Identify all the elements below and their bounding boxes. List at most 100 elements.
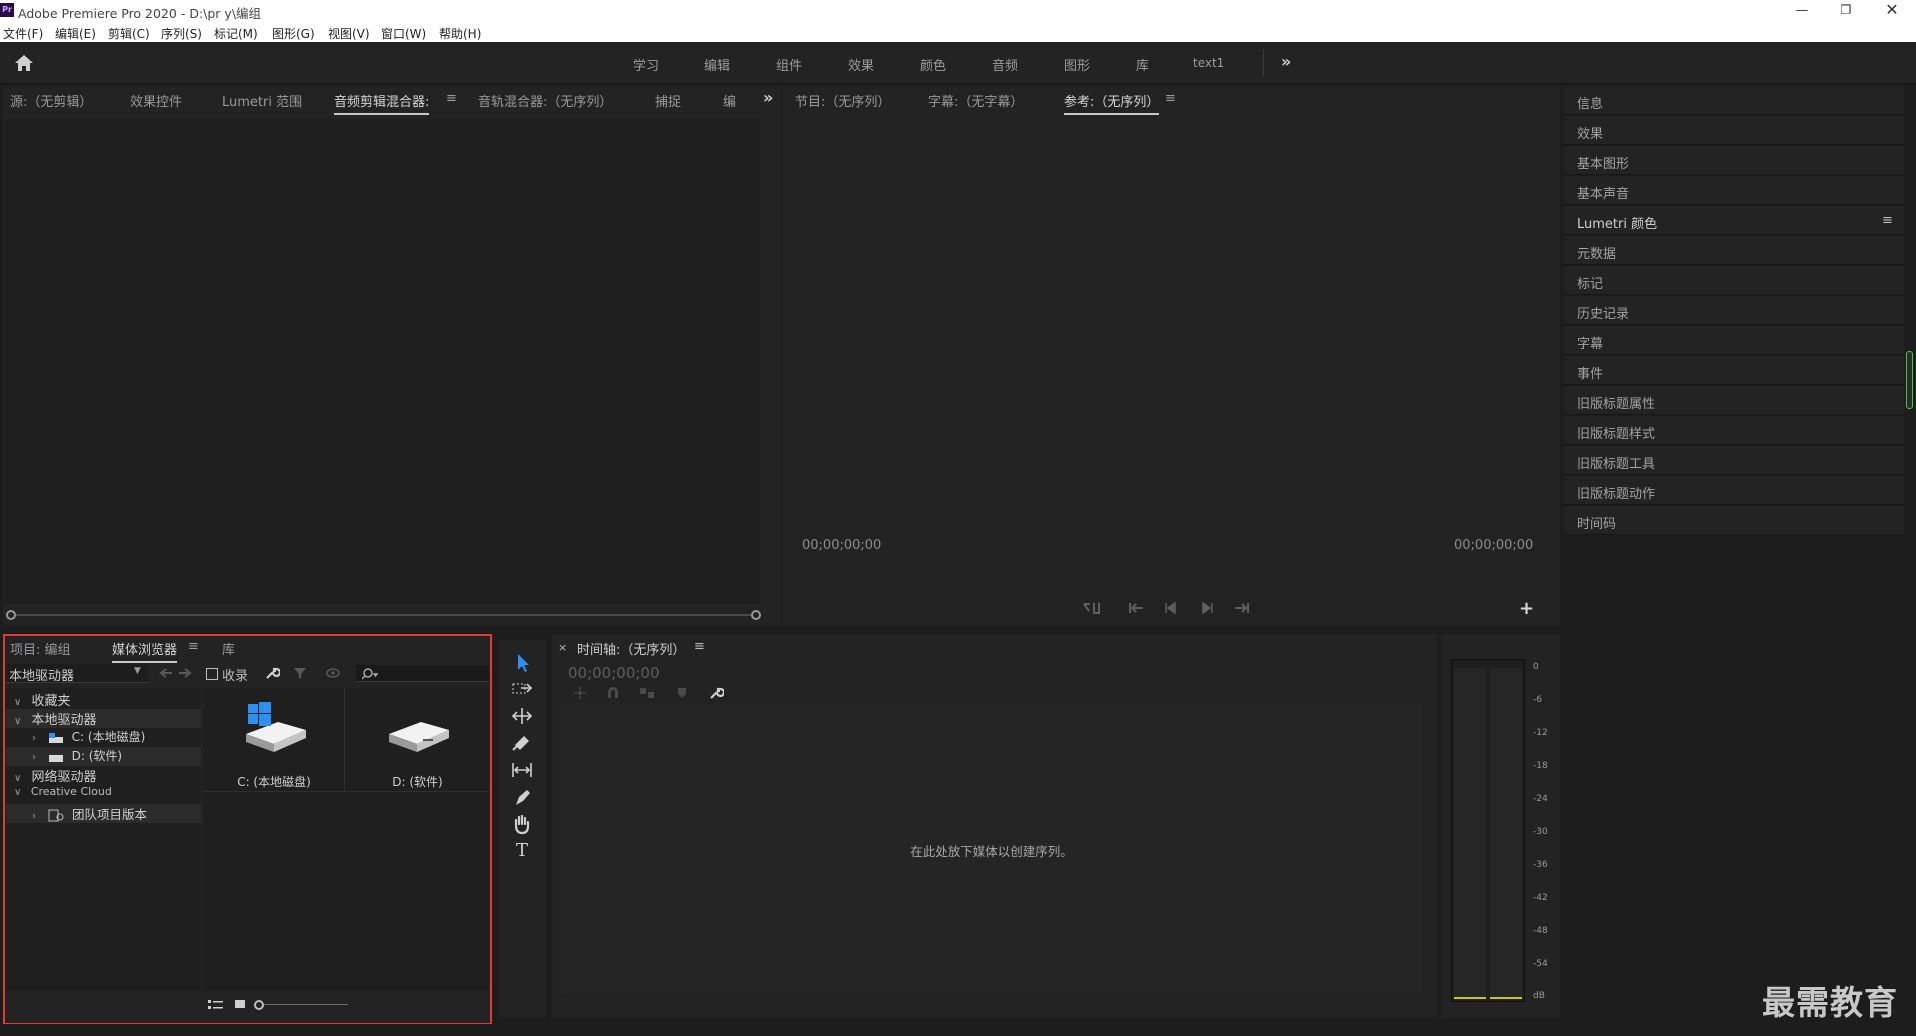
tab-audio-clip-mixer[interactable]: 音频剪辑混合器:: [334, 91, 430, 115]
timeline-timecode[interactable]: 00;00;00;00: [568, 664, 660, 682]
tab-captions[interactable]: 字幕:（无字幕）: [928, 91, 1023, 110]
audio-meter-frame: [1451, 659, 1525, 1002]
tab-overflow-icon[interactable]: »: [763, 88, 773, 107]
nest-icon[interactable]: [572, 686, 588, 700]
status-bar: [0, 1024, 1916, 1036]
scrollbar-right-handle[interactable]: [751, 610, 761, 620]
source-panel-body: [5, 119, 760, 604]
title-bar: Pr Adobe Premiere Pro 2020 - D:\pr y\编组 …: [0, 0, 1916, 22]
menu-clip[interactable]: 剪辑(C): [108, 25, 150, 42]
panel-legacy-title-tools-label: 旧版标题工具: [1577, 457, 1656, 472]
slip-tool-icon[interactable]: [505, 759, 539, 785]
source-zoom-scrollbar[interactable]: [6, 610, 761, 620]
right-panel-stack: 信息 效果 基本图形 基本声音 Lumetri 颜色 ≡ 元数据 标记 历史记录 …: [1564, 86, 1916, 1036]
tab-capture[interactable]: 捕捉: [655, 91, 681, 110]
panel-effects-label: 效果: [1577, 127, 1604, 142]
panel-essential-graphics[interactable]: 基本图形: [1564, 146, 1904, 175]
tab-source[interactable]: 源:（无剪辑）: [10, 91, 92, 110]
home-icon[interactable]: [13, 53, 35, 73]
tab-lumetri-scopes[interactable]: Lumetri 范围: [222, 91, 302, 110]
panel-lumetri-color[interactable]: Lumetri 颜色 ≡: [1564, 206, 1904, 235]
meter-tick-24: -24: [1533, 794, 1548, 804]
panel-metadata-label: 元数据: [1577, 247, 1617, 262]
ripple-edit-tool-icon[interactable]: [505, 705, 539, 731]
menu-file[interactable]: 文件(F): [3, 25, 43, 42]
tab-effect-controls[interactable]: 效果控件: [130, 91, 182, 110]
workspace-audio[interactable]: 音频: [992, 55, 1018, 74]
go-to-out-icon[interactable]: [1233, 600, 1251, 616]
panel-info[interactable]: 信息: [1564, 86, 1904, 115]
panel-history[interactable]: 历史记录: [1564, 296, 1904, 325]
add-marker-icon[interactable]: [676, 686, 688, 700]
meter-tick-0: 0: [1533, 662, 1539, 672]
panel-legacy-title-properties[interactable]: 旧版标题属性: [1564, 386, 1904, 415]
panel-markers-label: 标记: [1577, 277, 1604, 292]
timeline-menu-icon[interactable]: ≡: [694, 639, 705, 654]
close-button[interactable]: ✕: [1878, 0, 1906, 20]
tab-reference[interactable]: 参考:（无序列）: [1064, 91, 1160, 115]
panel-metadata[interactable]: 元数据: [1564, 236, 1904, 265]
tab-edit-truncated[interactable]: 编: [723, 91, 736, 110]
track-select-tool-icon[interactable]: [505, 678, 539, 704]
source-panel-menu-icon[interactable]: ≡: [446, 91, 457, 106]
panel-legacy-title-tools[interactable]: 旧版标题工具: [1564, 446, 1904, 475]
workspace-text1[interactable]: text1: [1193, 56, 1224, 70]
panel-history-label: 历史记录: [1577, 307, 1630, 322]
pen-tool-icon[interactable]: [505, 786, 539, 812]
hand-tool-icon[interactable]: [505, 813, 539, 839]
panel-markers[interactable]: 标记: [1564, 266, 1904, 295]
meter-peak-right: [1490, 997, 1522, 999]
tab-audio-track-mixer[interactable]: 音轨混合器:（无序列）: [478, 91, 612, 110]
panel-legacy-title-styles[interactable]: 旧版标题样式: [1564, 416, 1904, 445]
menu-edit[interactable]: 编辑(E): [55, 25, 96, 42]
timeline-close-icon[interactable]: ×: [558, 641, 567, 654]
panel-timecode-label: 时间码: [1577, 517, 1617, 532]
panel-events-label: 事件: [1577, 367, 1604, 382]
type-tool-icon[interactable]: T: [505, 840, 539, 866]
restore-button[interactable]: ❐: [1834, 2, 1858, 20]
right-panel-scrollbar[interactable]: [1906, 351, 1913, 409]
selection-tool-icon[interactable]: [505, 651, 539, 677]
workspace-graphics[interactable]: 图形: [1064, 55, 1090, 74]
panel-timecode[interactable]: 时间码: [1564, 506, 1904, 535]
workspace-assembly[interactable]: 组件: [776, 55, 802, 74]
linked-selection-icon[interactable]: [639, 686, 655, 700]
tab-program[interactable]: 节目:（无序列）: [795, 91, 890, 110]
timeline-settings-wrench-icon[interactable]: [708, 685, 724, 701]
menu-marker[interactable]: 标记(M): [214, 25, 258, 42]
snap-icon[interactable]: [606, 686, 620, 700]
add-button[interactable]: +: [1519, 598, 1534, 619]
go-to-in-icon[interactable]: [1127, 600, 1145, 616]
step-forward-icon[interactable]: [1199, 600, 1215, 616]
menu-window[interactable]: 窗口(W): [381, 25, 426, 42]
workspace-editing[interactable]: 编辑: [704, 55, 730, 74]
menu-graphics[interactable]: 图形(G): [272, 25, 315, 42]
panel-legacy-title-actions[interactable]: 旧版标题动作: [1564, 476, 1904, 505]
premiere-logo-icon: Pr: [0, 3, 14, 17]
audio-meter-panel: 0 -6 -12 -18 -24 -30 -36 -42 -48 -54 dB: [1441, 634, 1560, 1018]
program-panel-menu-icon[interactable]: ≡: [1165, 91, 1176, 106]
minimize-button[interactable]: —: [1790, 2, 1814, 20]
marker-in-out-icon[interactable]: [1081, 600, 1103, 616]
timeline-title: 时间轴:（无序列）: [577, 643, 686, 658]
step-back-icon[interactable]: [1163, 600, 1179, 616]
workspace-effects[interactable]: 效果: [848, 55, 874, 74]
workspace-libraries[interactable]: 库: [1136, 55, 1149, 74]
panel-captions[interactable]: 字幕: [1564, 326, 1904, 355]
razor-tool-icon[interactable]: [505, 732, 539, 758]
panel-legacy-title-properties-label: 旧版标题属性: [1577, 397, 1656, 412]
more-workspaces-icon[interactable]: »: [1281, 52, 1291, 71]
panel-essential-sound[interactable]: 基本声音: [1564, 176, 1904, 205]
program-timecode-left: 00;00;00;00: [802, 538, 882, 553]
meter-tick-42: -42: [1533, 893, 1548, 903]
workspace-color[interactable]: 颜色: [920, 55, 946, 74]
menu-view[interactable]: 视图(V): [328, 25, 370, 42]
lumetri-panel-menu-icon[interactable]: ≡: [1882, 213, 1893, 228]
menu-sequence[interactable]: 序列(S): [161, 25, 202, 42]
scrollbar-left-handle[interactable]: [6, 610, 16, 620]
panel-events[interactable]: 事件: [1564, 356, 1904, 385]
panel-effects[interactable]: 效果: [1564, 116, 1904, 145]
meter-tick-db: dB: [1533, 991, 1545, 1001]
workspace-learn[interactable]: 学习: [633, 55, 659, 74]
menu-help[interactable]: 帮助(H): [439, 25, 481, 42]
